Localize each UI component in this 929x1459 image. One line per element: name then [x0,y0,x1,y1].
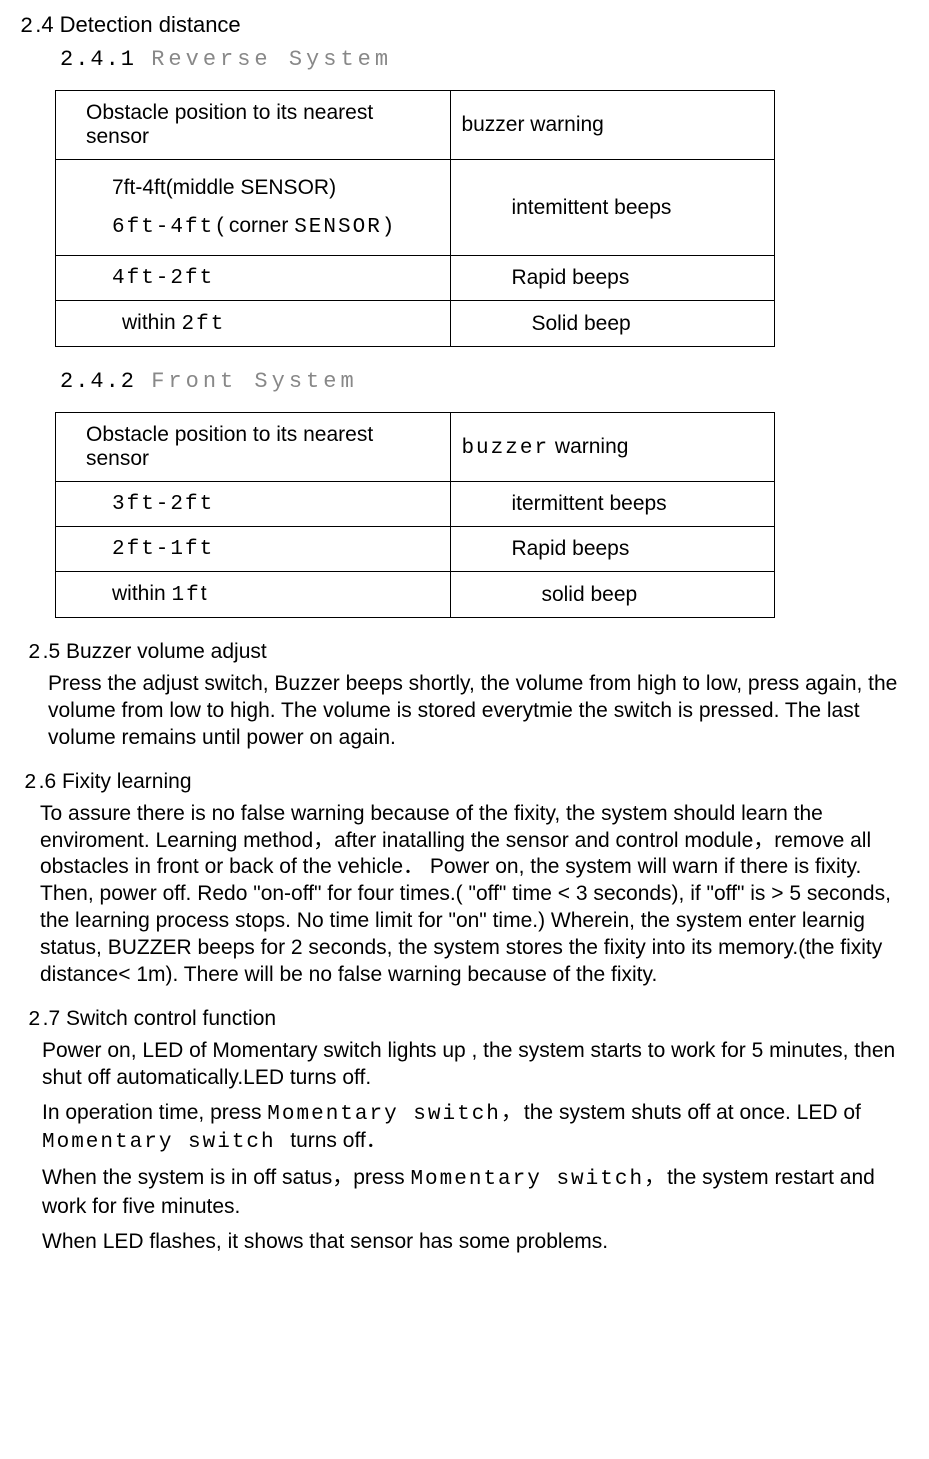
table-row: 4ft-2ft Rapid beeps [56,256,775,301]
table-row: within 1ft solid beep [56,572,775,618]
title-2-6: .6 Fixity learning [39,770,192,793]
title-2-4-2: Front System [151,369,357,394]
cell: Solid beep [451,301,775,347]
cell: 4ft-2ft [56,256,451,301]
table-row: Obstacle position to its nearest sensor … [56,91,775,160]
para-2-6: To assure there is no false warning beca… [40,801,909,989]
title-2-4-1: Reverse System [151,47,392,72]
mono-text: 2ft [182,313,226,336]
mono-text: SENSOR) [294,216,396,239]
heading-2-5: 2.5 Buzzer volume adjust [28,640,909,665]
heading-2-7: 2.7 Switch control function [28,1007,909,1032]
cell: 2ft-1ft [56,527,451,572]
heading-2-4: 2.4 Detection distance [20,12,909,39]
header-cell: buzzer warning [451,91,775,160]
cell: Rapid beeps [451,527,775,572]
text: the system shuts off at once. LED of [524,1101,861,1124]
para-2-7-2: In operation time, press Momentary switc… [42,1100,909,1158]
heading-2-6: 2.6 Fixity learning [24,770,909,795]
text: corner [229,214,294,237]
header-cell: buzzer warning [451,413,775,482]
num-2-4-1: 2.4.1 [60,47,136,72]
table-row: Obstacle position to its nearest sensor … [56,413,775,482]
title-2-4: .4 Detection distance [35,12,240,37]
table-row: 3ft-2ft itermittent beeps [56,482,775,527]
num-2-4: 2 [20,14,35,39]
table-row: 7ft-4ft(middle SENSOR) 6ft-4ft(corner SE… [56,160,775,256]
para-2-7-3: When the system is in off satus，press Mo… [42,1165,909,1221]
header-cell: Obstacle position to its nearest sensor [56,413,451,482]
cell: solid beep [451,572,775,618]
num-2-4-2: 2.4.2 [60,369,136,394]
title-2-7: .7 Switch control function [43,1007,276,1030]
mono-text: Momentary switch， [267,1103,524,1126]
cell: within 2ft [56,301,451,347]
mono-text: 1f [172,584,201,607]
mono-text: 6ft-4ft( [112,216,229,239]
text: In operation time, press [42,1101,267,1124]
text: within [122,311,182,334]
heading-2-4-2: 2.4.2 Front System [60,369,909,394]
text: t [201,582,207,605]
cell: 7ft-4ft(middle SENSOR) 6ft-4ft(corner SE… [56,160,451,256]
text: ． [403,855,424,878]
mono-text: buzzer [461,437,549,460]
cell: itermittent beeps [451,482,775,527]
title-2-5: .5 Buzzer volume adjust [43,640,267,663]
text: within [112,582,172,605]
table-row: within 2ft Solid beep [56,301,775,347]
line: 7ft-4ft(middle SENSOR) [112,176,436,200]
cell: Rapid beeps [451,256,775,301]
text: When the system is in off satus，press [42,1166,410,1189]
para-2-5: Press the adjust switch, Buzzer beeps sh… [48,671,909,752]
cell: intemittent beeps [451,160,775,256]
text: warning [549,435,628,458]
cell: 3ft-2ft [56,482,451,527]
table-row: 2ft-1ft Rapid beeps [56,527,775,572]
cell: within 1ft [56,572,451,618]
table-reverse-system: Obstacle position to its nearest sensor … [55,90,775,347]
text: turns off． [290,1129,387,1152]
num-2-6: 2 [24,772,39,795]
mono-text: Momentary switch， [410,1168,667,1191]
table-front-system: Obstacle position to its nearest sensor … [55,412,775,618]
line: 6ft-4ft(corner SENSOR) [112,214,436,239]
heading-2-4-1: 2.4.1 Reverse System [60,47,909,72]
para-2-7-4: When LED flashes, it shows that sensor h… [42,1229,909,1256]
num-2-5: 2 [28,642,43,665]
num-2-7: 2 [28,1009,43,1032]
header-cell: Obstacle position to its nearest sensor [56,91,451,160]
para-2-7-1: Power on, LED of Momentary switch lights… [42,1038,909,1092]
mono-text: Momentary switch [42,1131,290,1154]
